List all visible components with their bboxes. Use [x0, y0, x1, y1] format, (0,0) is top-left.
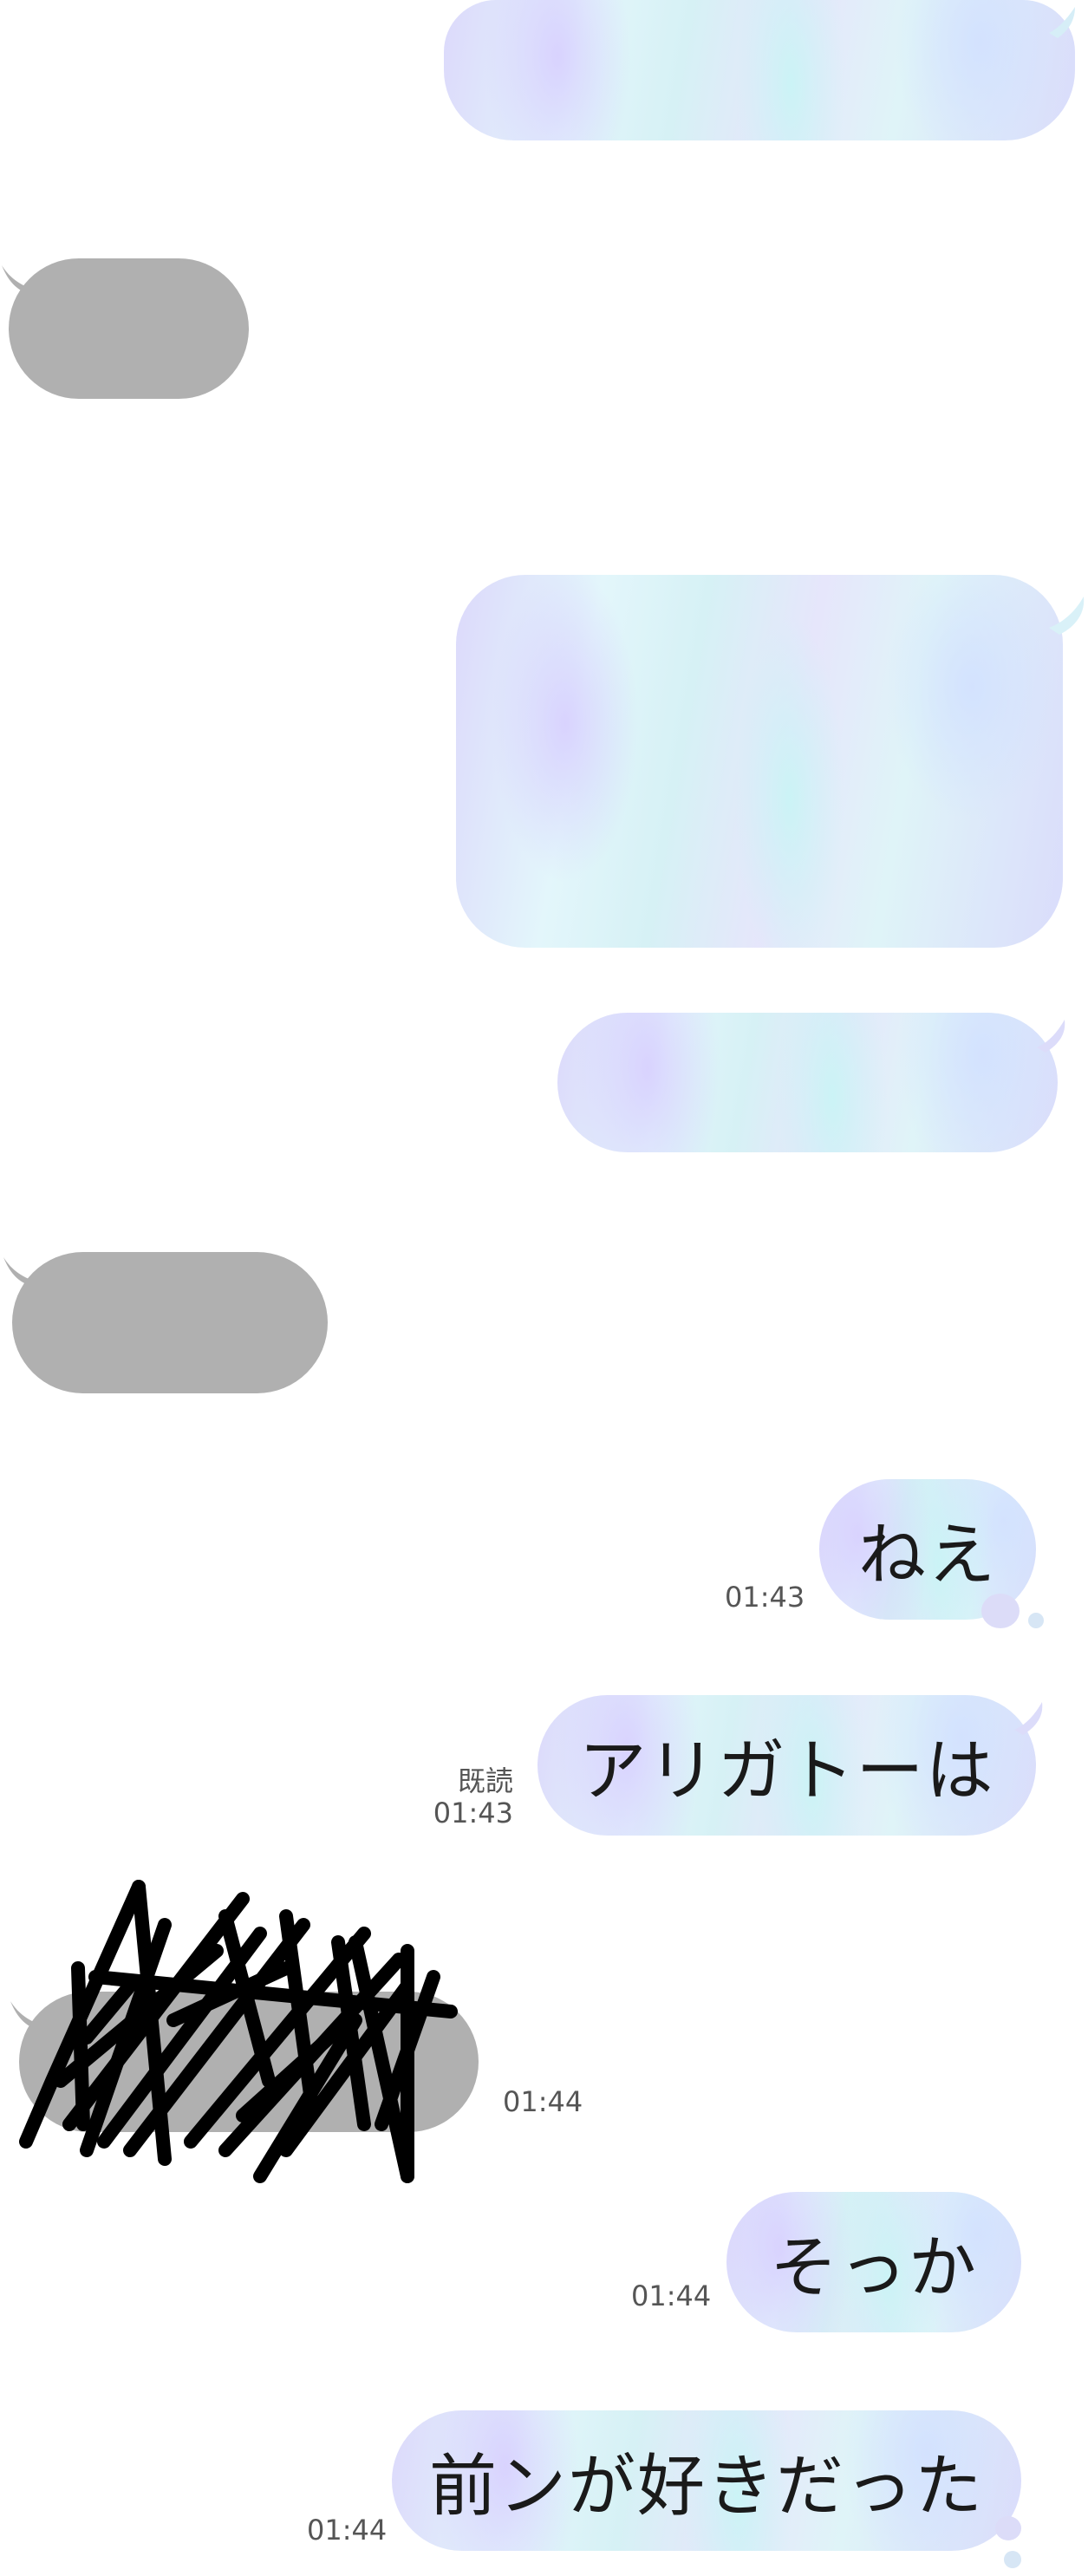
incoming-message-bubble[interactable]	[12, 1252, 328, 1393]
outgoing-message-bubble[interactable]: 前ンが好きだった	[392, 2410, 1021, 2551]
incoming-message-bubble[interactable]	[9, 258, 249, 399]
thought-dot	[1004, 2551, 1021, 2568]
bubble-tail-icon	[1014, 1702, 1043, 1735]
message-text: そっか	[769, 2229, 978, 2307]
message-timestamp: 01:43	[725, 1581, 805, 1614]
bubble-tail-icon	[1049, 7, 1075, 38]
read-receipt-group: 既読 01:43	[416, 1765, 513, 1829]
outgoing-message-bubble[interactable]	[444, 0, 1075, 140]
outgoing-message-bubble[interactable]: そっか	[726, 2192, 1021, 2332]
thought-dot	[1028, 1613, 1044, 1628]
outgoing-message-bubble[interactable]	[557, 1013, 1058, 1152]
message-timestamp: 01:44	[307, 2514, 388, 2547]
message-timestamp: 01:44	[503, 2085, 583, 2118]
message-timestamp: 01:43	[433, 1796, 513, 1829]
scribble-redaction	[19, 1880, 458, 2183]
bubble-tail-icon	[1037, 1020, 1065, 1053]
bubble-tail-icon	[1049, 597, 1085, 635]
outgoing-message-bubble[interactable]: アリガトーは	[537, 1695, 1036, 1836]
read-receipt-label: 既読	[457, 1764, 513, 1797]
outgoing-message-bubble[interactable]	[456, 575, 1063, 948]
message-timestamp: 01:44	[631, 2279, 712, 2312]
thought-dot	[981, 1594, 1020, 1628]
message-text: 前ンが好きだった	[428, 2448, 984, 2526]
message-text: アリガトーは	[578, 1732, 995, 1810]
thought-dot	[995, 2516, 1021, 2540]
